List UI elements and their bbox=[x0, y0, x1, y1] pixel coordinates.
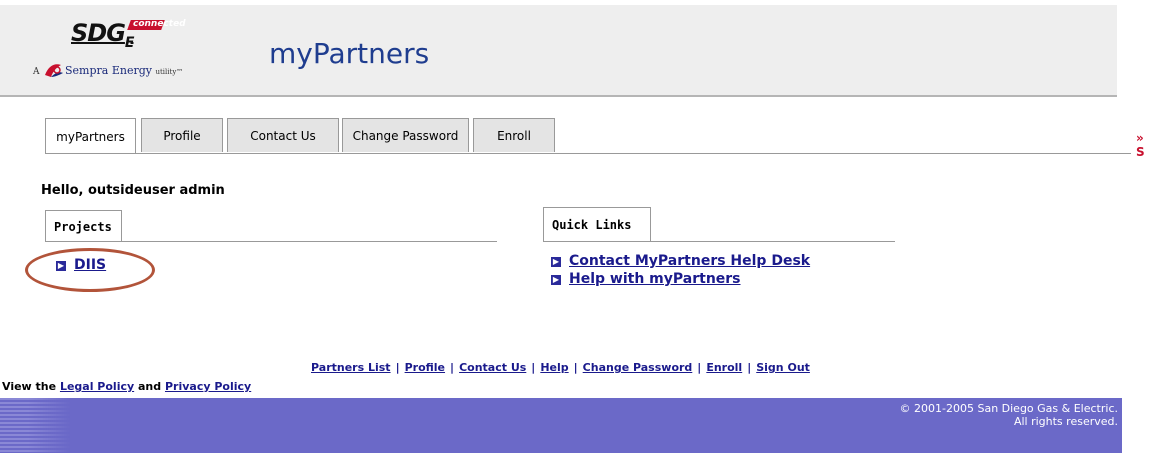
highlight-annotation bbox=[25, 248, 155, 292]
logo-tagline: connected bbox=[133, 19, 186, 29]
quick-link-item: ▶ Help with myPartners bbox=[551, 271, 741, 287]
footer-link-partners-list[interactable]: Partners List bbox=[311, 361, 391, 374]
arrow-bullet-icon: ▶ bbox=[551, 275, 561, 285]
copyright-line-1: © 2001-2005 San Diego Gas & Electric. bbox=[899, 402, 1118, 415]
sempra-line: A Sempra Energy utility™ bbox=[33, 61, 183, 79]
app-title: myPartners bbox=[269, 37, 430, 70]
sempra-logo-icon bbox=[45, 64, 63, 77]
quick-link-help-desk[interactable]: Contact MyPartners Help Desk bbox=[569, 253, 810, 269]
policy-and: and bbox=[138, 380, 162, 393]
tab-divider bbox=[46, 153, 1131, 154]
sdge-logo[interactable]: connected SDGE A Sempra Energy utility™ bbox=[33, 17, 193, 89]
policy-line: View the Legal Policy and Privacy Policy bbox=[2, 380, 251, 393]
quick-links-panel-title: Quick Links bbox=[543, 207, 651, 242]
quick-links-panel-divider bbox=[543, 241, 895, 242]
sempra-prefix: A bbox=[33, 67, 40, 77]
tab-profile[interactable]: Profile bbox=[141, 118, 223, 152]
footer-link-sign-out[interactable]: Sign Out bbox=[756, 361, 810, 374]
tab-change-password[interactable]: Change Password bbox=[342, 118, 469, 152]
arrow-bullet-icon: ▶ bbox=[551, 257, 561, 267]
policy-prefix: View the bbox=[2, 380, 57, 393]
logo-brand-suffix: E bbox=[124, 34, 135, 51]
page-header: connected SDGE A Sempra Energy utility™ … bbox=[0, 5, 1117, 97]
footer-link-contact-us[interactable]: Contact Us bbox=[459, 361, 526, 374]
more-link[interactable]: » S bbox=[1136, 131, 1152, 159]
footer-stripes bbox=[0, 398, 70, 453]
copyright: © 2001-2005 San Diego Gas & Electric. Al… bbox=[900, 402, 1118, 428]
tab-contact-us[interactable]: Contact Us bbox=[227, 118, 339, 152]
projects-panel-divider bbox=[45, 241, 497, 242]
privacy-policy-link[interactable]: Privacy Policy bbox=[165, 380, 251, 393]
sempra-suffix: utility bbox=[155, 68, 177, 76]
footer-link-enroll[interactable]: Enroll bbox=[706, 361, 742, 374]
footer-link-profile[interactable]: Profile bbox=[405, 361, 445, 374]
quick-link-item: ▶ Contact MyPartners Help Desk bbox=[551, 253, 810, 269]
logo-brand: SDGE bbox=[71, 19, 135, 51]
sempra-name: Sempra Energy bbox=[65, 64, 152, 77]
tab-mypartners[interactable]: myPartners bbox=[45, 118, 136, 154]
copyright-line-2: All rights reserved. bbox=[1013, 415, 1118, 428]
footer-bar: © 2001-2005 San Diego Gas & Electric. Al… bbox=[0, 398, 1122, 453]
quick-link-help-mypartners[interactable]: Help with myPartners bbox=[569, 271, 741, 287]
footer-nav: Partners List | Profile | Contact Us | Help | Ch… bbox=[311, 361, 810, 374]
tab-enroll[interactable]: Enroll bbox=[473, 118, 555, 152]
greeting: Hello, outsideuser admin bbox=[41, 183, 225, 198]
footer-link-change-password[interactable]: Change Password bbox=[583, 361, 693, 374]
logo-brand-text: SDG bbox=[71, 19, 126, 47]
legal-policy-link[interactable]: Legal Policy bbox=[60, 380, 134, 393]
footer-link-help[interactable]: Help bbox=[540, 361, 568, 374]
projects-panel-title: Projects bbox=[45, 210, 122, 242]
